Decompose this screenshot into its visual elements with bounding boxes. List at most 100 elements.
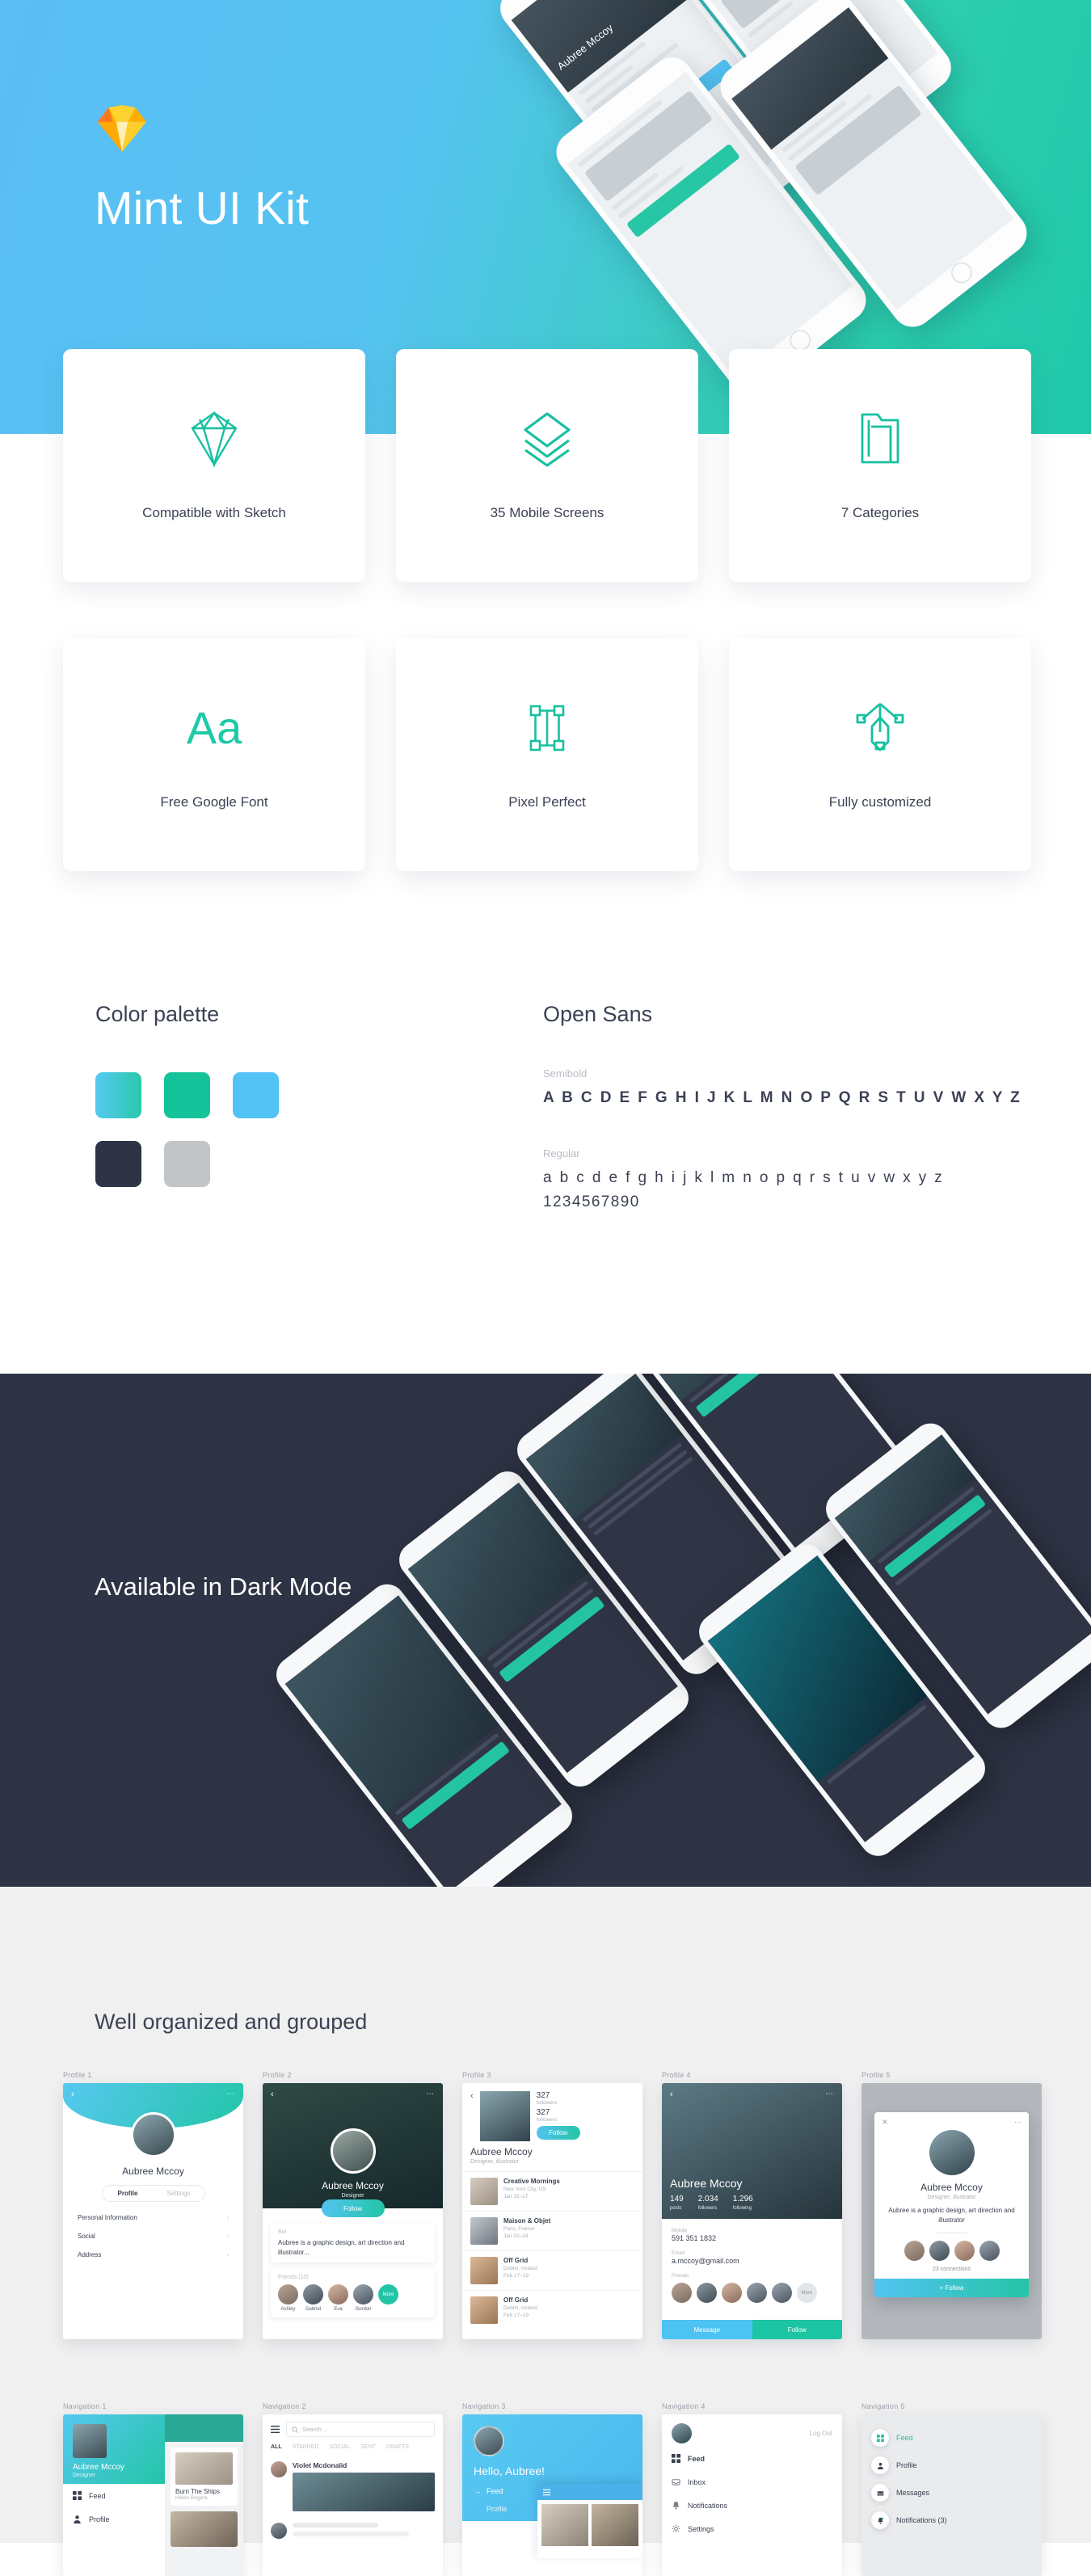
thumbnail-label: Profile 2 — [263, 2071, 292, 2079]
tab-drafts[interactable]: DRAFTS — [386, 2444, 409, 2450]
list-item[interactable] — [263, 2517, 443, 2544]
more-icon[interactable]: ⋯ — [825, 2090, 834, 2098]
more-icon[interactable]: ⋯ — [226, 2090, 235, 2098]
profile-name: Aubree Mccoy — [920, 2182, 983, 2193]
friend-item[interactable] — [722, 2283, 742, 2303]
follow-button[interactable]: Follow — [321, 2199, 385, 2217]
screen-navigation-2[interactable]: Search ... ALL STARRED SOCIAL SENT DRAFT… — [263, 2414, 443, 2576]
friend-item[interactable]: Ashley — [278, 2284, 298, 2312]
back-icon[interactable]: ‹ — [670, 2090, 673, 2099]
screen-navigation-1[interactable]: Burn The Ships Helen Rogers Aubree Mccoy… — [63, 2414, 243, 2576]
screen-profile-1[interactable]: ‹ ⋯ Aubree Mccoy Profile Settings Person… — [63, 2083, 243, 2339]
nav-item-label: Settings — [688, 2524, 714, 2533]
search-input[interactable]: Search ... — [286, 2422, 435, 2437]
friend-item[interactable] — [979, 2241, 1000, 2261]
friend-item[interactable]: Gabriel — [303, 2284, 323, 2312]
follow-button[interactable]: Follow — [752, 2320, 842, 2339]
more-icon[interactable]: ⋯ — [426, 2090, 435, 2098]
screen-profile-4[interactable]: ‹ ⋯ Aubree Mccoy 149 posts 2.034 followe… — [662, 2083, 842, 2339]
list-item[interactable]: Off Grid Dublin, Ireland Feb 17–19 — [462, 2250, 642, 2290]
list-item[interactable]: Social › — [63, 2227, 243, 2246]
stat-label: followers — [536, 2117, 558, 2123]
tab-sent[interactable]: SENT — [360, 2444, 376, 2450]
nav-item-feed[interactable]: Feed — [662, 2447, 842, 2470]
tab-profile[interactable]: Profile — [103, 2190, 154, 2197]
friend-item[interactable] — [747, 2283, 767, 2303]
event-date: Feb 17–19 — [503, 2313, 529, 2318]
tab-social[interactable]: SOCIAL — [330, 2444, 351, 2450]
stat-posts: 149 posts — [670, 2195, 684, 2211]
nav-item-settings[interactable]: Settings — [662, 2517, 842, 2540]
list-item[interactable]: Maison & Objet Paris, France Jan 20–24 — [462, 2211, 642, 2250]
back-icon[interactable]: ‹ — [71, 2090, 74, 2099]
field-friends: Friends More — [662, 2269, 842, 2307]
avatar — [330, 2128, 376, 2174]
profile-role: Designer — [341, 2193, 364, 2199]
color-palette: Color palette — [95, 1002, 279, 1187]
follow-button[interactable]: Follow — [536, 2126, 580, 2140]
nav-item-feed[interactable]: Feed — [63, 2484, 165, 2507]
list-item[interactable]: Violet Mcdonalid — [263, 2456, 443, 2517]
profile-stats: 149 posts 2.034 followers 1.296 followin… — [670, 2195, 834, 2211]
tab-all[interactable]: ALL — [271, 2444, 282, 2450]
message-button[interactable]: Message — [662, 2320, 752, 2339]
list-item[interactable]: Personal Information › — [63, 2208, 243, 2227]
friend-item[interactable] — [929, 2241, 950, 2261]
friend-more-item[interactable]: More — [378, 2284, 398, 2312]
nav-item-feed[interactable]: Feed — [861, 2424, 1042, 2452]
friends-card: Friends (10) Ashley Gabriel Eva Gordon M… — [271, 2269, 435, 2318]
screen-profile-2[interactable]: ‹ ⋯ Aubree Mccoy Designer Follow Bio Aub… — [263, 2083, 443, 2339]
pixel-perfect-icon — [524, 699, 571, 757]
logout-button[interactable]: Log Out — [810, 2430, 832, 2437]
tab-settings[interactable]: Settings — [154, 2190, 204, 2197]
friend-item[interactable] — [954, 2241, 975, 2261]
screen-navigation-4[interactable]: Log Out Feed Inbox Notifications Setting… — [662, 2414, 842, 2576]
feature-label: Pixel Perfect — [508, 794, 586, 810]
list-item[interactable]: Creative Mornings New York City, US Jan … — [462, 2171, 642, 2211]
connections-count[interactable]: 23 connections — [874, 2267, 1029, 2272]
friend-item[interactable] — [672, 2283, 692, 2303]
friend-item[interactable]: Eva — [328, 2284, 348, 2312]
more-friends-label: More — [378, 2284, 398, 2305]
back-icon[interactable]: ‹ — [470, 2091, 474, 2141]
list-item-label: Social — [78, 2233, 95, 2240]
thumbnail-wrap-profile-1: Profile 1 ‹ ⋯ Aubree Mccoy Profile Setti… — [63, 2071, 243, 2339]
greeting-panel: Hello, Aubree! → Feed Profile — [462, 2414, 642, 2558]
phone-photo — [525, 1374, 683, 1520]
friend-item[interactable] — [697, 2283, 717, 2303]
profile-settings-tabs[interactable]: Profile Settings — [101, 2185, 205, 2202]
screen-profile-5[interactable]: ✕ ⋯ Aubree Mccoy Designer, illustrator A… — [861, 2083, 1042, 2339]
hamburger-icon[interactable] — [543, 2489, 550, 2496]
nav-item-inbox[interactable]: Inbox — [662, 2470, 842, 2494]
friend-item[interactable] — [904, 2241, 925, 2261]
nav-item-messages[interactable]: Messages — [861, 2479, 1042, 2507]
profile-identity: Aubree Mccoy Designer, illustrator — [462, 2141, 642, 2171]
field-mobile: Mobile 591 351 1832 — [662, 2224, 842, 2246]
nav-item-profile[interactable]: Profile — [861, 2452, 1042, 2479]
modal-bar: ✕ ⋯ — [874, 2112, 1029, 2127]
hamburger-icon[interactable] — [271, 2425, 280, 2434]
friend-item[interactable]: Gordon — [353, 2284, 373, 2312]
profile-name: Aubree Mccoy — [470, 2146, 533, 2157]
avatar — [328, 2284, 348, 2305]
nav-item-profile[interactable]: Profile — [63, 2507, 165, 2531]
more-icon[interactable]: ⋯ — [1014, 2118, 1021, 2127]
friend-item[interactable] — [772, 2283, 792, 2303]
screen-navigation-3[interactable]: Hello, Aubree! → Feed Profile — [462, 2414, 642, 2576]
avatar — [130, 2112, 176, 2157]
tab-starred[interactable]: STARRED — [293, 2444, 319, 2450]
back-icon[interactable]: ‹ — [271, 2090, 274, 2099]
friend-more-item[interactable]: More — [797, 2283, 817, 2303]
event-thumb — [470, 2217, 498, 2245]
stat-followers: 2.034 followers — [698, 2195, 718, 2211]
list-item[interactable]: Address › — [63, 2246, 243, 2264]
close-icon[interactable]: ✕ — [882, 2118, 888, 2127]
screen-navigation-5[interactable]: Feed Profile Messages Notifications (3) — [861, 2414, 1042, 2576]
list-item[interactable]: Off Grid Dublin, Ireland Feb 17–19 — [462, 2290, 642, 2330]
nav-item-notifications[interactable]: Notifications — [662, 2494, 842, 2517]
nav-item-label: Feed — [89, 2491, 106, 2500]
gear-icon — [672, 2524, 680, 2533]
nav-item-notifications[interactable]: Notifications (3) — [861, 2507, 1042, 2534]
screen-profile-3[interactable]: ‹ 327 followers 327 followers Follow Aub… — [462, 2083, 642, 2339]
follow-button[interactable]: + Follow — [874, 2279, 1029, 2297]
